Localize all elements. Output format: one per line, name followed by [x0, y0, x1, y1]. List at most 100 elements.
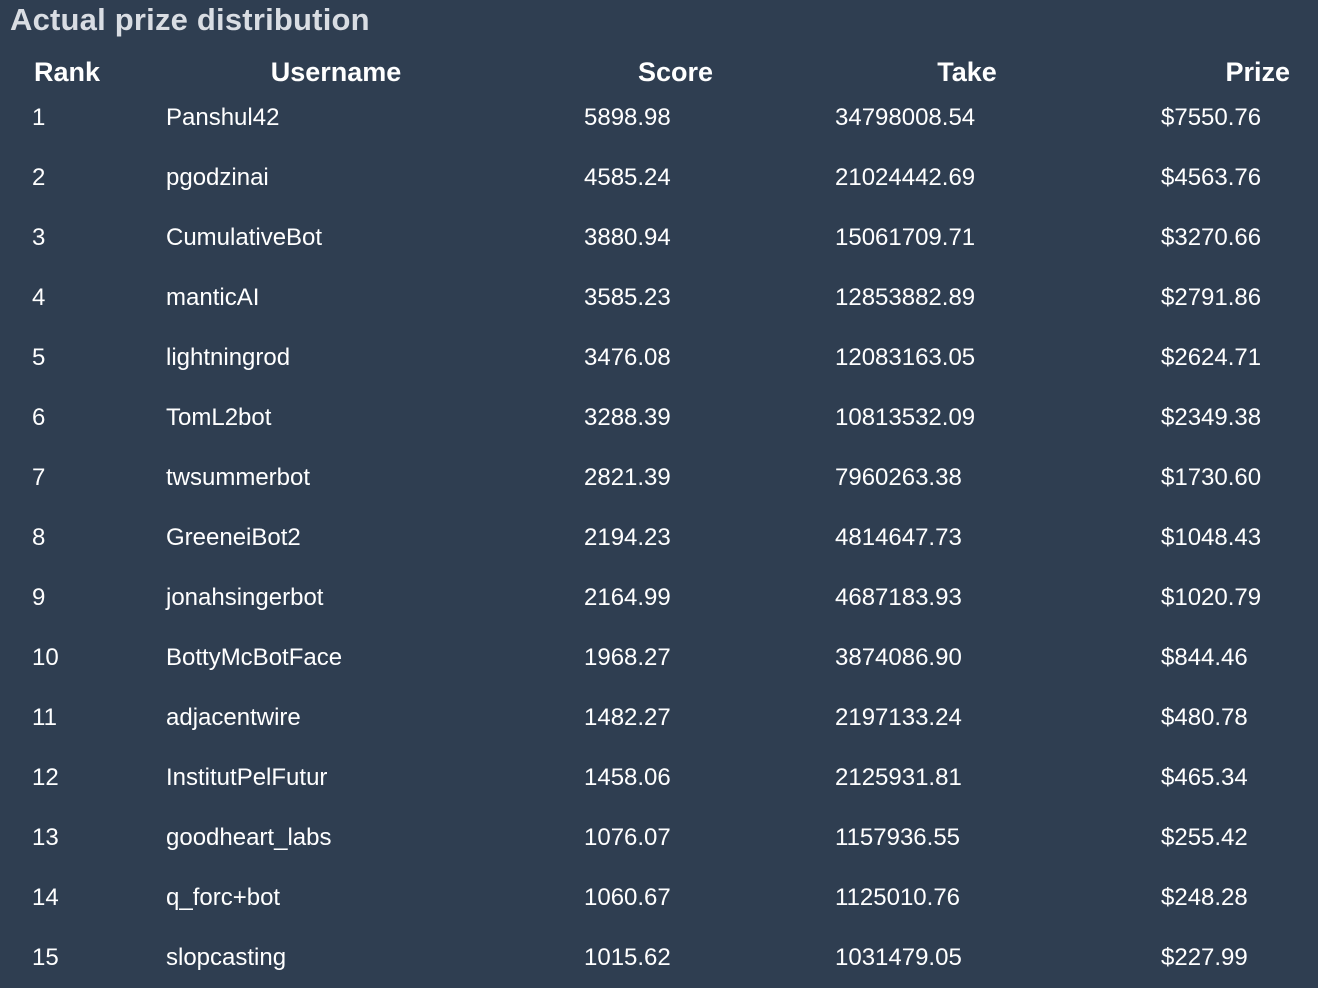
cell-take: 4814647.73	[835, 524, 962, 551]
cell-prize: $2624.71	[1161, 344, 1262, 371]
cell-rank: 2	[32, 164, 46, 191]
cell-prize: $1020.79	[1161, 584, 1262, 611]
cell-take: 4687183.93	[835, 584, 962, 611]
cell-username: twsummerbot	[166, 464, 311, 491]
cell-prize: $3270.66	[1161, 224, 1262, 251]
cell-username: BottyMcBotFace	[166, 644, 343, 671]
cell-take: 21024442.69	[835, 164, 976, 191]
cell-take: 3874086.90	[835, 644, 962, 671]
cell-username: jonahsingerbot	[166, 584, 324, 611]
cell-rank: 14	[32, 884, 59, 911]
table-header: Rank Username Score Take Prize	[0, 48, 1318, 96]
table-row: 11 adjacentwire 1482.27 2197133.24 $480.78	[0, 688, 1318, 748]
cell-take: 10813532.09	[835, 404, 976, 431]
cell-score: 2164.99	[584, 584, 671, 611]
cell-take: 2197133.24	[835, 704, 962, 731]
cell-prize: $248.28	[1161, 884, 1248, 911]
cell-score: 2821.39	[584, 464, 671, 491]
cell-prize: $1730.60	[1161, 464, 1262, 491]
cell-take: 1157936.55	[835, 824, 961, 851]
cell-score: 2194.23	[584, 524, 671, 551]
cell-prize: $227.99	[1161, 944, 1248, 971]
cell-username: goodheart_labs	[166, 824, 332, 851]
cell-rank: 5	[32, 344, 46, 371]
cell-rank: 13	[32, 824, 59, 851]
cell-take: 1125010.76	[835, 884, 961, 911]
cell-take: 15061709.71	[835, 224, 976, 251]
cell-score: 1015.62	[584, 944, 671, 971]
prize-table: Rank Username Score Take Prize 1 Panshul4…	[0, 48, 1318, 988]
cell-score: 3476.08	[584, 344, 671, 371]
column-header-take: Take	[937, 56, 997, 87]
cell-username: GreeneiBot2	[166, 524, 301, 551]
cell-prize: $480.78	[1161, 704, 1248, 731]
cell-score: 3288.39	[584, 404, 671, 431]
cell-username: slopcasting	[166, 944, 287, 971]
cell-username: manticAI	[166, 284, 260, 311]
cell-prize: $255.42	[1161, 824, 1248, 851]
table-row: 14 q_forc+bot 1060.67 1125010.76 $248.28	[0, 868, 1318, 928]
cell-username: pgodzinai	[166, 164, 269, 191]
column-header-username: Username	[270, 56, 402, 87]
cell-score: 4585.24	[584, 164, 671, 191]
table-row: 15 slopcasting 1015.62 1031479.05 $227.99	[0, 928, 1318, 988]
cell-rank: 12	[32, 764, 59, 791]
cell-rank: 1	[32, 104, 46, 131]
cell-username: TomL2bot	[166, 404, 272, 431]
table-row: 7 twsummerbot 2821.39 7960263.38 $1730.60	[0, 448, 1318, 508]
cell-score: 1482.27	[584, 704, 671, 731]
cell-prize: $7550.76	[1161, 104, 1262, 131]
cell-rank: 9	[32, 584, 46, 611]
cell-username: adjacentwire	[166, 704, 301, 731]
cell-prize: $1048.43	[1161, 524, 1262, 551]
cell-rank: 8	[32, 524, 46, 551]
cell-score: 3585.23	[584, 284, 671, 311]
column-header-prize: Prize	[1225, 56, 1290, 87]
cell-username: lightningrod	[166, 344, 291, 371]
cell-prize: $465.34	[1161, 764, 1248, 791]
cell-username: q_forc+bot	[166, 884, 281, 911]
cell-score: 1060.67	[584, 884, 671, 911]
cell-take: 2125931.81	[835, 764, 962, 791]
table-row: 8 GreeneiBot2 2194.23 4814647.73 $1048.43	[0, 508, 1318, 568]
cell-rank: 6	[32, 404, 46, 431]
cell-take: 1031479.05	[835, 944, 962, 971]
page-title: Actual prize distribution	[10, 2, 370, 37]
table-row: 4 manticAI 3585.23 12853882.89 $2791.86	[0, 268, 1318, 328]
table-row: 1 Panshul42 5898.98 34798008.54 $7550.76	[0, 96, 1318, 148]
table-row: 3 CumulativeBot 3880.94 15061709.71 $3270.66	[0, 208, 1318, 268]
cell-score: 1458.06	[584, 764, 671, 791]
cell-score: 1968.27	[584, 644, 671, 671]
column-header-rank: Rank	[34, 56, 101, 87]
cell-username: InstitutPelFutur	[166, 764, 328, 791]
cell-take: 34798008.54	[835, 104, 976, 131]
table-row: 5 lightningrod 3476.08 12083163.05 $2624.71	[0, 328, 1318, 388]
cell-prize: $2791.86	[1161, 284, 1262, 311]
cell-score: 1076.07	[584, 824, 671, 851]
cell-take: 12853882.89	[835, 284, 976, 311]
cell-username: CumulativeBot	[166, 224, 323, 251]
cell-take: 7960263.38	[835, 464, 962, 491]
cell-rank: 15	[32, 944, 59, 971]
cell-score: 5898.98	[584, 104, 671, 131]
header-row: Rank Username Score Take Prize	[0, 48, 1318, 96]
cell-rank: 10	[32, 644, 59, 671]
cell-rank: 4	[32, 284, 46, 311]
cell-score: 3880.94	[584, 224, 671, 251]
column-header-score: Score	[637, 56, 714, 87]
cell-rank: 3	[32, 224, 46, 251]
prize-distribution-page: Actual prize distribution Rank Username …	[0, 0, 1318, 986]
cell-rank: 7	[32, 464, 46, 491]
table-body: 1 Panshul42 5898.98 34798008.54 $7550.76 2 pgo…	[0, 96, 1318, 988]
cell-prize: $844.46	[1161, 644, 1248, 671]
table-row: 13 goodheart_labs 1076.07 1157936.55 $255.42	[0, 808, 1318, 868]
cell-rank: 11	[32, 704, 57, 731]
cell-prize: $2349.38	[1161, 404, 1262, 431]
table-row: 2 pgodzinai 4585.24 21024442.69 $4563.76	[0, 148, 1318, 208]
cell-take: 12083163.05	[835, 344, 976, 371]
cell-prize: $4563.76	[1161, 164, 1262, 191]
table-row: 6 TomL2bot 3288.39 10813532.09 $2349.38	[0, 388, 1318, 448]
table-row: 10 BottyMcBotFace 1968.27 3874086.90 $844.46	[0, 628, 1318, 688]
cell-username: Panshul42	[166, 104, 280, 131]
table-row: 12 InstitutPelFutur 1458.06 2125931.81 $465.…	[0, 748, 1318, 808]
